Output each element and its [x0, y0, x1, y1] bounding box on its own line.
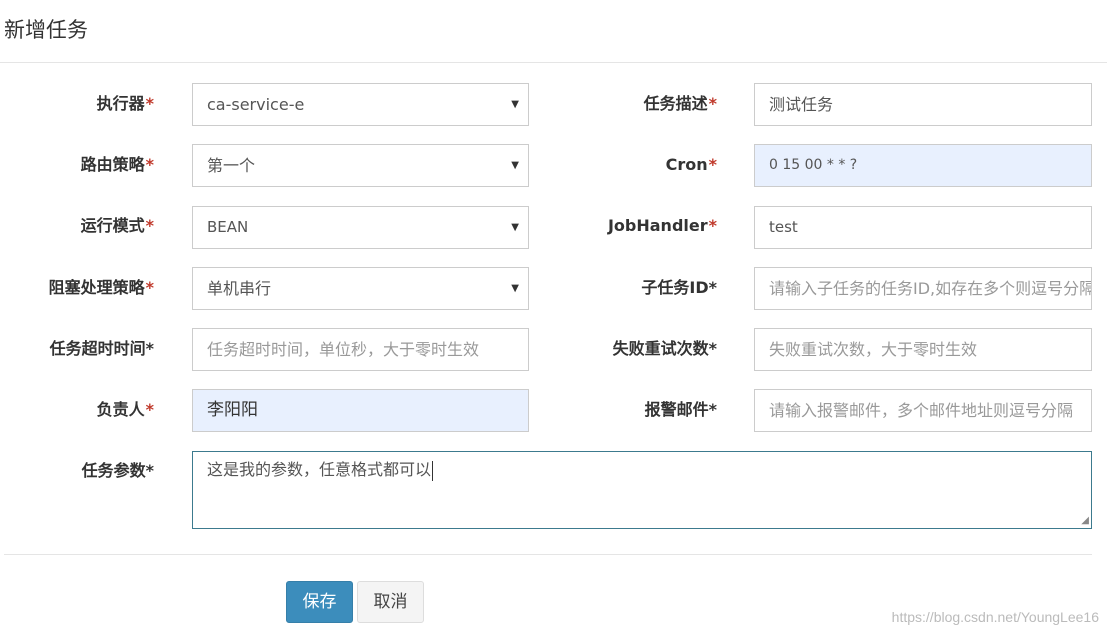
job-handler-value: test [769, 218, 798, 236]
run-mode-select[interactable]: BEAN ▼ [192, 206, 529, 249]
required-mark: * [708, 94, 717, 113]
caret-down-icon: ▼ [511, 222, 519, 233]
job-param-value: 这是我的参数，任意格式都可以 [207, 460, 432, 479]
required-mark: * [708, 216, 717, 235]
save-button[interactable]: 保存 [286, 581, 353, 623]
block-strategy-label-text: 阻塞处理策略 [48, 278, 145, 297]
run-mode-label-text: 运行模式 [80, 216, 145, 235]
fail-retry-placeholder: 失败重试次数，大于零时生效 [769, 340, 978, 359]
child-job-id-input[interactable]: 请输入子任务的任务ID,如存在多个则逗号分隔 [754, 267, 1092, 310]
fail-retry-input[interactable]: 失败重试次数，大于零时生效 [754, 328, 1092, 371]
child-job-id-label: 子任务ID* [557, 278, 717, 298]
child-job-id-placeholder: 请输入子任务的任务ID,如存在多个则逗号分隔 [769, 279, 1092, 298]
block-strategy-select[interactable]: 单机串行 ▼ [192, 267, 529, 310]
route-strategy-value: 第一个 [207, 156, 256, 175]
job-desc-label: 任务描述* [557, 94, 717, 114]
executor-label: 执行器* [0, 94, 154, 114]
executor-select[interactable]: ca-service-e ▼ [192, 83, 529, 126]
executor-value: ca-service-e [207, 95, 305, 114]
executor-label-text: 执行器 [96, 94, 145, 113]
required-mark: * [145, 278, 154, 297]
cron-label-text: Cron [665, 155, 708, 174]
required-mark: * [145, 94, 154, 113]
alarm-email-label: 报警邮件* [557, 400, 717, 420]
alarm-email-input[interactable]: 请输入报警邮件，多个邮件地址则逗号分隔 [754, 389, 1092, 432]
job-param-label: 任务参数* [0, 461, 154, 481]
child-job-id-label-text: 子任务ID [641, 278, 709, 297]
watermark: https://blog.csdn.net/YoungLee16 [891, 609, 1099, 625]
job-param-label-text: 任务参数 [81, 461, 146, 480]
resize-grip-icon[interactable]: ◢ [1081, 516, 1089, 526]
timeout-input[interactable]: 任务超时时间，单位秒，大于零时生效 [192, 328, 529, 371]
alarm-email-label-text: 报警邮件 [644, 400, 709, 419]
job-handler-label: JobHandler* [557, 216, 717, 236]
author-label: 负责人* [0, 400, 154, 420]
alarm-email-placeholder: 请输入报警邮件，多个邮件地址则逗号分隔 [769, 401, 1074, 420]
fail-retry-label-text: 失败重试次数 [612, 339, 709, 358]
cron-value: 0 15 00 * * ? [769, 157, 858, 173]
job-handler-input[interactable]: test [754, 206, 1092, 249]
timeout-placeholder: 任务超时时间，单位秒，大于零时生效 [207, 340, 480, 359]
asterisk-mark: * [708, 278, 717, 297]
header-divider [0, 62, 1107, 63]
route-strategy-select[interactable]: 第一个 ▼ [192, 144, 529, 187]
cancel-button[interactable]: 取消 [357, 581, 424, 623]
caret-down-icon: ▼ [511, 99, 519, 110]
job-desc-input[interactable]: 测试任务 [754, 83, 1092, 126]
author-input[interactable]: 李阳阳 [192, 389, 529, 432]
block-strategy-value: 单机串行 [207, 279, 272, 298]
job-desc-value: 测试任务 [769, 95, 834, 114]
fail-retry-label: 失败重试次数* [557, 339, 717, 359]
cron-input[interactable]: 0 15 00 * * ? [754, 144, 1092, 187]
job-desc-label-text: 任务描述 [643, 94, 708, 113]
asterisk-mark: * [708, 400, 717, 419]
run-mode-value: BEAN [207, 218, 249, 236]
required-mark: * [145, 400, 154, 419]
footer-divider [4, 554, 1092, 555]
run-mode-label: 运行模式* [0, 216, 154, 236]
modal-title: 新增任务 [4, 18, 88, 42]
block-strategy-label: 阻塞处理策略* [0, 278, 154, 298]
required-mark: * [145, 216, 154, 235]
asterisk-mark: * [145, 461, 154, 480]
cron-label: Cron* [557, 155, 717, 175]
timeout-label-text: 任务超时时间 [49, 339, 146, 358]
caret-down-icon: ▼ [511, 283, 519, 294]
asterisk-mark: * [708, 339, 717, 358]
route-strategy-label-text: 路由策略 [80, 155, 145, 174]
author-label-text: 负责人 [96, 400, 145, 419]
required-mark: * [708, 155, 717, 174]
text-cursor [432, 460, 434, 481]
required-mark: * [145, 155, 154, 174]
asterisk-mark: * [145, 339, 154, 358]
timeout-label: 任务超时时间* [0, 339, 154, 359]
job-param-textarea[interactable]: 这是我的参数，任意格式都可以 ◢ [192, 451, 1092, 529]
route-strategy-label: 路由策略* [0, 155, 154, 175]
author-value: 李阳阳 [207, 400, 258, 420]
job-handler-label-text: JobHandler [607, 216, 708, 235]
caret-down-icon: ▼ [511, 160, 519, 171]
